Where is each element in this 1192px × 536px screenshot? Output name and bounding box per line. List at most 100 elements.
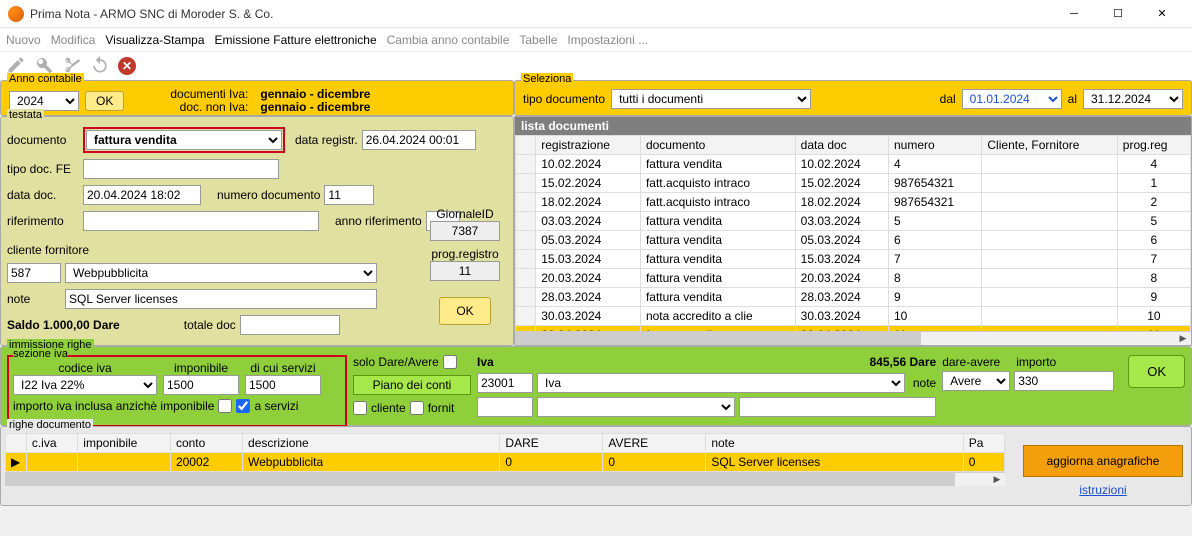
istruzioni-link[interactable]: istruzioni [1023,483,1183,497]
prog-registro-label: prog.registro [425,247,505,261]
minimize-button[interactable]: ─ [1052,0,1096,28]
seleziona-panel: Seleziona tipo documento tutti i documen… [514,80,1192,116]
data-registr-label: data registr. [295,133,358,147]
lista-documenti: lista documenti registrazionedocumentoda… [514,116,1192,346]
lista-row[interactable]: 10.02.2024fattura vendita10.02.202444 [516,155,1191,174]
dare-avere-label: dare-avere [942,355,1010,369]
doc-noniva-period: gennaio - dicembre [260,101,370,114]
aservizi-label: a servizi [254,399,298,413]
num-doc-input[interactable] [324,185,374,205]
sezione-iva-label: sezione iva [13,348,68,360]
data-doc-input[interactable] [83,185,201,205]
lista-row[interactable]: 03.03.2024fattura vendita03.03.202455 [516,212,1191,231]
lista-scrollbar[interactable]: ▶ [515,331,1191,345]
fornit-checkbox[interactable] [410,401,424,415]
cliente-checkbox[interactable] [353,401,367,415]
inclusa-label: importo iva inclusa anzichè imponibile [13,399,214,413]
testata-label: testata [7,109,44,121]
immissione-ok-button[interactable]: OK [1128,355,1185,388]
lista-row[interactable]: 05.03.2024fattura vendita05.03.202466 [516,231,1191,250]
conto2-input[interactable] [477,397,533,417]
riferimento-label: riferimento [7,214,79,228]
al-label: al [1068,92,1077,106]
anno-label: Anno contabile [7,73,84,85]
imponibile-input[interactable] [163,375,239,395]
anno-panel: Anno contabile 2024 OK documenti Iva: do… [0,80,514,116]
inclusa-checkbox[interactable] [218,399,232,413]
data-registr-input[interactable] [362,130,476,150]
lista-row[interactable]: 15.03.2024fattura vendita15.03.202477 [516,250,1191,269]
menu-bar: Nuovo Modifica Visualizza-Stampa Emissio… [0,28,1192,52]
anno-select[interactable]: 2024 [9,91,79,111]
title-bar: Prima Nota - ARMO SNC di Moroder S. & Co… [0,0,1192,28]
immissione-panel: immissione righe sezione iva codice iva … [0,346,1192,426]
undo-icon[interactable] [90,55,110,78]
dal-label: dal [940,92,956,106]
close-icon[interactable]: ✕ [118,57,136,75]
menu-visualizza[interactable]: Visualizza-Stampa [105,33,204,47]
importo-label: importo [1016,355,1056,369]
lista-row[interactable]: 30.03.2024nota accredito a clie30.03.202… [516,307,1191,326]
aggiorna-button[interactable]: aggiorna anagrafiche [1023,445,1183,477]
conto2-desc-select[interactable] [537,397,735,417]
piano-conti-button[interactable]: Piano dei conti [353,375,471,395]
menu-tabelle[interactable]: Tabelle [519,33,557,47]
lista-row[interactable]: 15.02.2024fatt.acquisto intraco15.02.202… [516,174,1191,193]
window-title: Prima Nota - ARMO SNC di Moroder S. & Co… [30,7,1052,21]
aservizi-checkbox[interactable] [236,399,250,413]
imm-note-label: note [913,376,936,390]
conto-input[interactable] [477,373,533,393]
solo-dare-avere-label: solo Dare/Avere [353,355,439,369]
testata-ok-button[interactable]: OK [439,297,490,325]
cliente-name-select[interactable]: Webpubblicita [65,263,377,283]
menu-modifica[interactable]: Modifica [51,33,96,47]
tipo-doc-select[interactable]: tutti i documenti [611,89,811,109]
lista-row[interactable]: 18.02.2024fatt.acquisto intraco18.02.202… [516,193,1191,212]
codice-iva-select[interactable]: I22 Iva 22% [13,375,157,395]
riferimento-input[interactable] [83,211,319,231]
righe-grid[interactable]: c.ivaimponibilecontodescrizioneDAREAVERE… [5,433,1005,472]
giornale-label: GiornaleID [425,207,505,221]
righe-scrollbar[interactable]: ▶ [5,472,1005,486]
giornale-input [430,221,500,241]
documento-select[interactable]: fattura vendita [86,130,282,150]
seleziona-label: Seleziona [521,73,573,85]
servizi-label: di cui servizi [245,361,321,375]
conto-desc-select[interactable]: Iva [537,373,905,393]
app-icon [8,6,24,22]
menu-impostazioni[interactable]: Impostazioni ... [567,33,648,47]
note-label: note [7,292,61,306]
tipo-doc-fe-label: tipo doc. FE [7,162,79,176]
solo-dare-avere-checkbox[interactable] [443,355,457,369]
dare-avere-select[interactable]: Avere [942,371,1010,391]
note-input[interactable] [65,289,377,309]
fornit-chk-label: fornit [428,401,455,415]
menu-emissione[interactable]: Emissione Fatture elettroniche [215,33,377,47]
al-select[interactable]: 31.12.2024 [1083,89,1183,109]
totale-doc-input[interactable] [240,315,340,335]
lista-row[interactable]: 20.03.2024fattura vendita20.03.202488 [516,269,1191,288]
cliente-chk-label: cliente [371,401,406,415]
righe-row[interactable]: ▶20002Webpubblicita00SQL Server licenses… [6,453,1005,472]
lista-row[interactable]: 28.03.2024fattura vendita28.03.202499 [516,288,1191,307]
anno-ok-button[interactable]: OK [85,91,124,111]
dal-select[interactable]: 01.01.2024 [962,89,1062,109]
cliente-code-input[interactable] [7,263,61,283]
cliente-label: cliente fornitore [7,243,93,257]
iva-amount: 845,56 Dare [869,355,936,369]
tipo-doc-label: tipo documento [523,92,605,106]
tipo-doc-fe-input[interactable] [83,159,279,179]
righe-label: righe documento [7,419,93,431]
servizi-input[interactable] [245,375,321,395]
testata-panel: testata documento fattura vendita data r… [0,116,514,346]
importo-input[interactable] [1014,371,1114,391]
imm-note-input[interactable] [739,397,937,417]
iva-label: Iva [477,355,494,369]
anno-rif-label: anno riferimento [335,214,422,228]
codice-iva-label: codice iva [13,361,157,375]
menu-nuovo[interactable]: Nuovo [6,33,41,47]
maximize-button[interactable]: ☐ [1096,0,1140,28]
lista-grid[interactable]: registrazionedocumentodata docnumeroClie… [515,135,1191,331]
close-window-button[interactable]: ✕ [1140,0,1184,28]
menu-cambia-anno[interactable]: Cambia anno contabile [387,33,510,47]
